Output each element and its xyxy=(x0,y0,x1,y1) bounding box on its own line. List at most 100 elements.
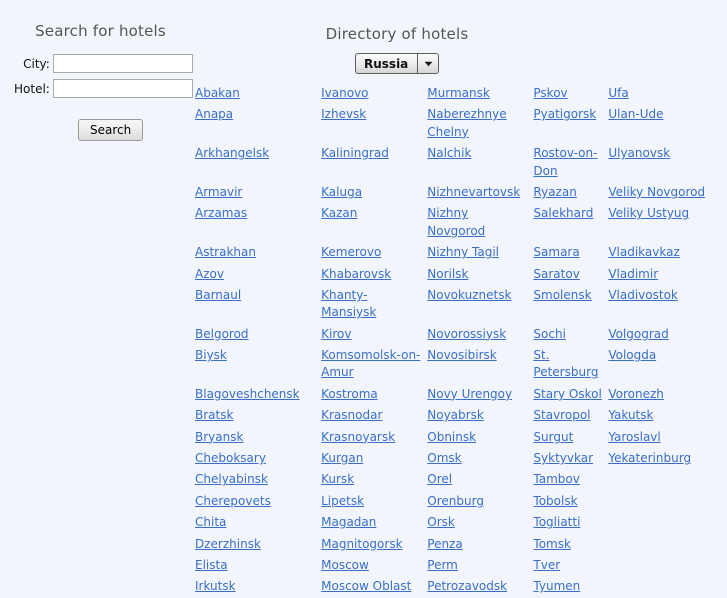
city-link[interactable]: Vladimir xyxy=(608,267,658,281)
city-link[interactable]: Ulyanovsk xyxy=(608,146,670,160)
city-link[interactable]: Azov xyxy=(195,267,224,281)
city-link[interactable]: Khabarovsk xyxy=(321,267,391,281)
city-link[interactable]: Smolensk xyxy=(533,288,591,302)
city-link[interactable]: Blagoveshchensk xyxy=(195,387,300,401)
country-select[interactable]: Russia xyxy=(355,53,439,74)
city-link[interactable]: Tobolsk xyxy=(533,494,577,508)
city-link[interactable]: Belgorod xyxy=(195,327,249,341)
city-link[interactable]: Moscow xyxy=(321,558,369,572)
city-link[interactable]: Yaroslavl xyxy=(608,430,660,444)
city-link[interactable]: Volgograd xyxy=(608,327,668,341)
city-link[interactable]: Veliky Novgorod xyxy=(608,185,705,199)
city-link[interactable]: Nizhny Novgorod xyxy=(427,206,485,237)
city-link[interactable]: Veliky Ustyug xyxy=(608,206,689,220)
city-link[interactable]: Moscow Oblast xyxy=(321,579,411,593)
city-link[interactable]: Norilsk xyxy=(427,267,468,281)
city-link[interactable]: Biysk xyxy=(195,348,227,362)
city-link[interactable]: Kazan xyxy=(321,206,357,220)
city-link[interactable]: Tomsk xyxy=(533,537,571,551)
city-link[interactable]: Stary Oskol xyxy=(533,387,601,401)
city-link[interactable]: Vladivostok xyxy=(608,288,678,302)
city-link[interactable]: Izhevsk xyxy=(321,107,366,121)
country-select-wrapper[interactable]: Russia xyxy=(355,53,439,74)
city-link[interactable]: Orenburg xyxy=(427,494,484,508)
city-link[interactable]: Penza xyxy=(427,537,462,551)
city-link[interactable]: Kirov xyxy=(321,327,351,341)
city-link[interactable]: Orel xyxy=(427,472,452,486)
city-link[interactable]: Anapa xyxy=(195,107,233,121)
city-link[interactable]: Magnitogorsk xyxy=(321,537,402,551)
city-link[interactable]: Noyabrsk xyxy=(427,408,484,422)
city-link[interactable]: Krasnodar xyxy=(321,408,382,422)
city-link[interactable]: Komsomolsk-on-Amur xyxy=(321,348,420,379)
city-link[interactable]: Perm xyxy=(427,558,458,572)
city-link[interactable]: St. Petersburg xyxy=(533,348,598,379)
city-link[interactable]: Astrakhan xyxy=(195,245,256,259)
city-link[interactable]: Kaluga xyxy=(321,185,362,199)
city-link[interactable]: Chita xyxy=(195,515,226,529)
city-link[interactable]: Chelyabinsk xyxy=(195,472,268,486)
city-link[interactable]: Petrozavodsk xyxy=(427,579,507,593)
city-link[interactable]: Stavropol xyxy=(533,408,590,422)
city-link[interactable]: Ulan-Ude xyxy=(608,107,663,121)
city-link[interactable]: Kursk xyxy=(321,472,354,486)
city-link[interactable]: Kostroma xyxy=(321,387,378,401)
city-link[interactable]: Saratov xyxy=(533,267,579,281)
city-link[interactable]: Irkutsk xyxy=(195,579,236,593)
city-link[interactable]: Lipetsk xyxy=(321,494,364,508)
city-cell: Abakan xyxy=(195,83,321,104)
city-link[interactable]: Novorossiysk xyxy=(427,327,506,341)
city-link[interactable]: Bratsk xyxy=(195,408,233,422)
city-link[interactable]: Pyatigorsk xyxy=(533,107,596,121)
city-link[interactable]: Yekaterinburg xyxy=(608,451,691,465)
city-link[interactable]: Syktyvkar xyxy=(533,451,593,465)
city-link[interactable]: Obninsk xyxy=(427,430,476,444)
city-link[interactable]: Tyumen xyxy=(533,579,580,593)
city-link[interactable]: Elista xyxy=(195,558,228,572)
city-link[interactable]: Tver xyxy=(533,558,560,572)
search-button[interactable]: Search xyxy=(78,119,144,141)
city-link[interactable]: Omsk xyxy=(427,451,461,465)
city-link[interactable]: Togliatti xyxy=(533,515,580,529)
city-link[interactable]: Samara xyxy=(533,245,579,259)
city-link[interactable]: Krasnoyarsk xyxy=(321,430,395,444)
city-link[interactable]: Salekhard xyxy=(533,206,593,220)
city-link[interactable]: Nizhny Tagil xyxy=(427,245,499,259)
city-link[interactable]: Orsk xyxy=(427,515,455,529)
city-link[interactable]: Novokuznetsk xyxy=(427,288,511,302)
city-link[interactable]: Bryansk xyxy=(195,430,243,444)
city-link[interactable]: Kemerovo xyxy=(321,245,381,259)
city-link[interactable]: Kaliningrad xyxy=(321,146,389,160)
city-link[interactable]: Novy Urengoy xyxy=(427,387,512,401)
city-link[interactable]: Armavir xyxy=(195,185,242,199)
city-link[interactable]: Arkhangelsk xyxy=(195,146,269,160)
city-link[interactable]: Tambov xyxy=(533,472,579,486)
city-link[interactable]: Nalchik xyxy=(427,146,471,160)
city-link[interactable]: Magadan xyxy=(321,515,376,529)
city-link[interactable]: Cheboksary xyxy=(195,451,266,465)
city-input[interactable] xyxy=(52,54,193,73)
city-link[interactable]: Vladikavkaz xyxy=(608,245,679,259)
city-link[interactable]: Yakutsk xyxy=(608,408,653,422)
city-link[interactable]: Arzamas xyxy=(195,206,247,220)
city-link[interactable]: Pskov xyxy=(533,86,567,100)
city-link[interactable]: Vologda xyxy=(608,348,656,362)
city-link[interactable]: Khanty-Mansiysk xyxy=(321,288,376,319)
city-link[interactable]: Sochi xyxy=(533,327,566,341)
city-link[interactable]: Ufa xyxy=(608,86,628,100)
city-link[interactable]: Rostov-on-Don xyxy=(533,146,597,177)
city-link[interactable]: Murmansk xyxy=(427,86,490,100)
city-link[interactable]: Surgut xyxy=(533,430,573,444)
city-link[interactable]: Ivanovo xyxy=(321,86,368,100)
city-link[interactable]: Dzerzhinsk xyxy=(195,537,261,551)
hotel-input[interactable] xyxy=(52,79,193,98)
city-link[interactable]: Novosibirsk xyxy=(427,348,496,362)
city-link[interactable]: Cherepovets xyxy=(195,494,271,508)
city-link[interactable]: Kurgan xyxy=(321,451,363,465)
city-link[interactable]: Voronezh xyxy=(608,387,664,401)
city-link[interactable]: Nizhnevartovsk xyxy=(427,185,520,199)
city-link[interactable]: Barnaul xyxy=(195,288,241,302)
city-link[interactable]: Ryazan xyxy=(533,185,576,199)
city-link[interactable]: Abakan xyxy=(195,86,240,100)
city-link[interactable]: Naberezhnye Chelny xyxy=(427,107,506,138)
